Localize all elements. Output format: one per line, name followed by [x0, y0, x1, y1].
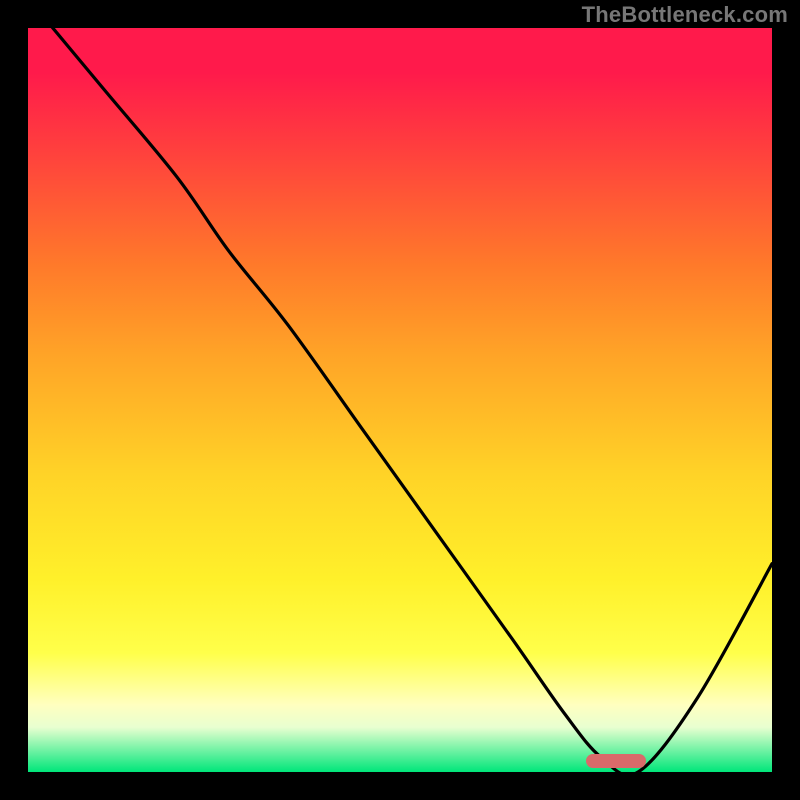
bottleneck-curve: [28, 28, 772, 772]
curve-path: [28, 28, 772, 772]
watermark-text: TheBottleneck.com: [582, 2, 788, 28]
plot-area: [28, 28, 772, 772]
optimal-range-marker: [586, 754, 646, 768]
chart-frame: TheBottleneck.com: [0, 0, 800, 800]
